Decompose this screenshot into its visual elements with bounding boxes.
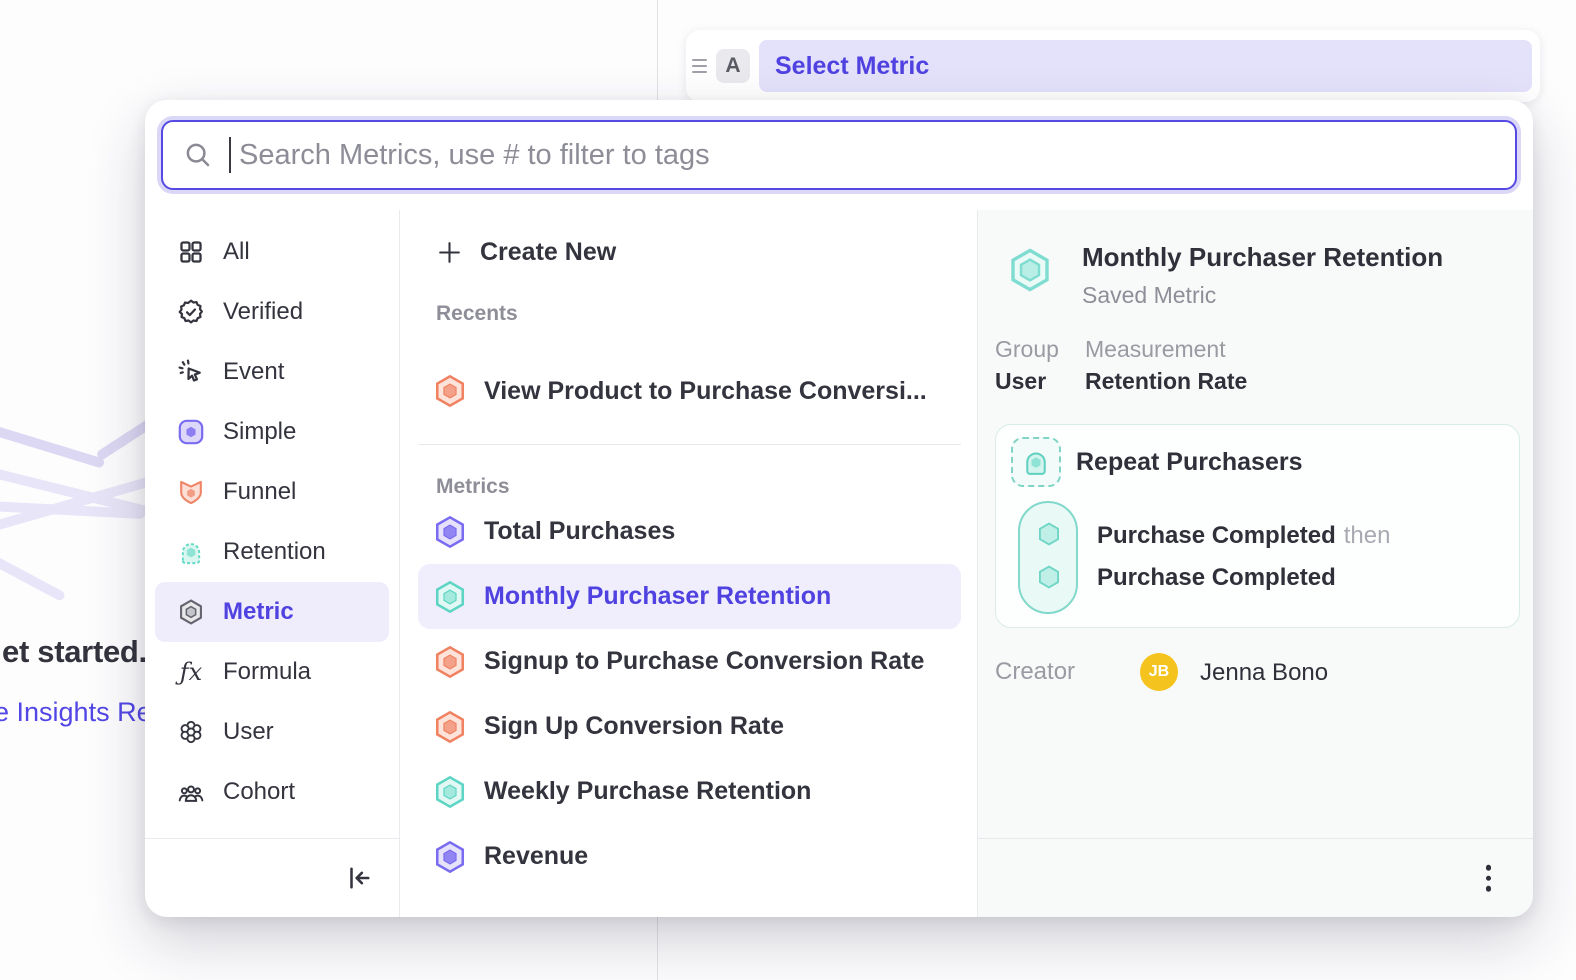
detail-type: Saved Metric [1082, 282, 1216, 309]
metric-hexagon-icon [176, 597, 206, 627]
user-cluster-icon [176, 717, 206, 747]
metric-item-weekly-purchase-retention[interactable]: Weekly Purchase Retention [418, 759, 961, 824]
event-hexagon-icon [1033, 518, 1065, 550]
text-caret [229, 137, 231, 173]
decorative-chart-line [0, 549, 66, 602]
funnel-icon [176, 477, 206, 507]
filter-sidebar: All Verified [145, 210, 400, 917]
definition-title: Repeat Purchasers [1076, 448, 1303, 477]
series-a-badge[interactable]: A [716, 49, 750, 83]
simple-metric-hexagon-icon [432, 839, 468, 875]
event-sequence-pill [1018, 501, 1078, 614]
search-box [161, 120, 1517, 190]
creator-name: Jenna Bono [1200, 659, 1328, 687]
select-metric-button[interactable]: Select Metric [759, 40, 1532, 92]
step-connector: then [1344, 522, 1391, 549]
sidebar-item-funnel[interactable]: Funnel [155, 462, 389, 522]
grid-icon [176, 237, 206, 267]
group-label: Group [995, 336, 1059, 363]
simple-metric-icon [176, 417, 206, 447]
sidebar-footer [145, 838, 400, 917]
funnel-metric-hexagon-icon [432, 644, 468, 680]
collapse-sidebar-button[interactable] [344, 863, 374, 893]
retention-definition-icon [1011, 437, 1061, 487]
definition-card: Repeat Purchasers Purchase Completedthen… [995, 424, 1520, 628]
funnel-metric-hexagon-icon [432, 709, 468, 745]
screen: et started. e Insights Re A Select Metri… [0, 0, 1576, 980]
recent-item[interactable]: View Product to Purchase Conversi... [418, 362, 961, 420]
sidebar-item-cohort[interactable]: Cohort [155, 762, 389, 822]
decorative-chart-line [0, 418, 105, 468]
modal-body: All Verified [145, 210, 1533, 917]
creator-avatar: JB [1140, 653, 1178, 691]
overflow-menu-button[interactable] [1482, 861, 1496, 896]
sidebar-item-formula[interactable]: ƒx Formula [155, 642, 389, 702]
metrics-heading: Metrics [418, 475, 961, 499]
event-cursor-icon [176, 357, 206, 387]
retention-metric-hexagon-icon [432, 579, 468, 615]
metric-item-sign-up-conversion-rate[interactable]: Sign Up Conversion Rate [418, 694, 961, 759]
event-hexagon-icon [1033, 561, 1065, 593]
sidebar-item-verified[interactable]: Verified [155, 282, 389, 342]
search-input[interactable] [239, 139, 1495, 172]
cohort-people-icon [176, 777, 206, 807]
metric-list-column: Create New Recents View Product to Purch… [400, 210, 978, 917]
sidebar-item-event[interactable]: Event [155, 342, 389, 402]
create-new-button[interactable]: Create New [418, 224, 961, 280]
metric-detail-panel: Monthly Purchaser Retention Saved Metric… [978, 210, 1533, 917]
metric-item-signup-to-purchase-conversion-rate[interactable]: Signup to Purchase Conversion Rate [418, 629, 961, 694]
group-value: User [995, 368, 1046, 395]
retention-icon [176, 537, 206, 567]
sidebar-item-retention[interactable]: Retention [155, 522, 389, 582]
creator-label: Creator [995, 658, 1075, 686]
sidebar-item-metric[interactable]: Metric [155, 582, 389, 642]
saved-metric-hexagon-icon [1006, 246, 1054, 299]
metric-item-total-purchases[interactable]: Total Purchases [418, 499, 961, 564]
sidebar-item-simple[interactable]: Simple [155, 402, 389, 462]
background-insights-link-fragment[interactable]: e Insights Re [0, 697, 152, 728]
definition-step-2: Purchase Completed [1097, 564, 1336, 592]
plus-icon [436, 239, 463, 266]
sidebar-item-all[interactable]: All [155, 222, 389, 282]
collapse-left-icon [344, 863, 374, 893]
retention-metric-hexagon-icon [432, 774, 468, 810]
background-headline-fragment: et started. [2, 634, 147, 670]
simple-metric-hexagon-icon [432, 514, 468, 550]
select-metric-bar: A Select Metric [686, 30, 1540, 102]
metric-item-revenue[interactable]: Revenue [418, 824, 961, 889]
drag-handle-icon[interactable] [692, 59, 707, 73]
detail-footer [978, 838, 1533, 917]
search-icon [183, 140, 213, 170]
definition-step-1: Purchase Completedthen [1097, 522, 1390, 550]
funnel-metric-hexagon-icon [432, 373, 468, 409]
formula-fx-icon: ƒx [176, 657, 206, 687]
list-divider [418, 444, 961, 445]
sidebar-item-user[interactable]: User [155, 702, 389, 762]
verified-badge-icon [176, 297, 206, 327]
detail-title: Monthly Purchaser Retention [1082, 242, 1443, 273]
metric-picker-modal: All Verified [145, 100, 1533, 917]
measurement-value: Retention Rate [1085, 368, 1247, 395]
recents-heading: Recents [418, 302, 961, 326]
metric-item-monthly-purchaser-retention[interactable]: Monthly Purchaser Retention [418, 564, 961, 629]
measurement-label: Measurement [1085, 336, 1226, 363]
